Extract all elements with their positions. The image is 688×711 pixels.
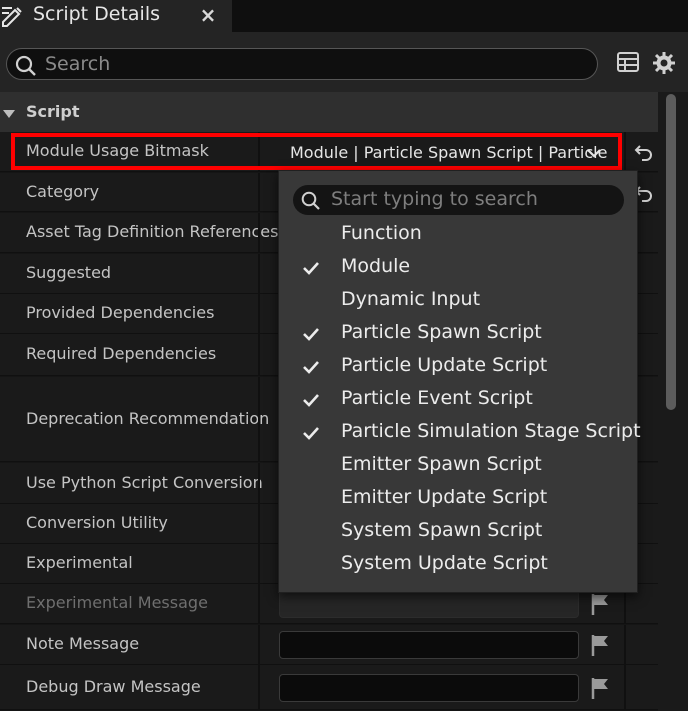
text-value-field[interactable] xyxy=(279,674,579,702)
dropdown-option[interactable]: Particle Update Script xyxy=(279,350,637,383)
scrollbar-thumb[interactable] xyxy=(666,94,676,410)
column-divider[interactable] xyxy=(258,213,260,252)
dropdown-option-label: Particle Event Script xyxy=(341,387,533,409)
property-row: Debug Draw Message xyxy=(0,665,658,710)
property-label: Category xyxy=(26,182,100,201)
reset-column-divider xyxy=(624,665,626,709)
dropdown-option-label: Particle Update Script xyxy=(341,354,548,376)
details-tab[interactable]: Script Details × xyxy=(0,0,232,32)
flag-icon[interactable] xyxy=(589,676,611,700)
flag-icon[interactable] xyxy=(589,633,611,657)
property-label: Use Python Script Conversion xyxy=(26,473,263,492)
reset-column-divider xyxy=(624,132,626,171)
property-label: Provided Dependencies xyxy=(26,303,215,322)
column-divider[interactable] xyxy=(258,665,260,709)
column-divider[interactable] xyxy=(258,544,260,583)
checkmark-icon xyxy=(303,359,319,374)
dropdown-option[interactable]: Particle Simulation Stage Script xyxy=(279,416,641,449)
bitmask-dropdown-menu: Function Module Dynamic Input Particle Spaw… xyxy=(278,170,641,593)
property-label: Experimental xyxy=(26,553,133,572)
dropdown-option-label: System Update Script xyxy=(341,552,548,574)
category-header-script[interactable]: Script xyxy=(0,92,658,132)
property-label: Conversion Utility xyxy=(26,513,168,532)
column-divider[interactable] xyxy=(258,463,260,503)
dropdown-option-label: Function xyxy=(341,222,422,244)
column-divider[interactable] xyxy=(258,294,260,333)
dropdown-option[interactable]: Module xyxy=(279,251,637,284)
dropdown-option-label: Particle Spawn Script xyxy=(341,321,542,343)
expand-arrow-icon[interactable] xyxy=(2,105,16,118)
property-label: Suggested xyxy=(26,263,112,282)
details-pencil-icon xyxy=(0,2,26,28)
dropdown-option[interactable]: Emitter Spawn Script xyxy=(279,449,637,482)
gear-icon[interactable] xyxy=(651,50,677,76)
column-divider[interactable] xyxy=(258,625,260,664)
chevron-down-icon[interactable] xyxy=(586,145,602,159)
close-tab-button[interactable]: × xyxy=(198,3,218,27)
column-divider[interactable] xyxy=(258,173,260,211)
column-divider[interactable] xyxy=(258,334,260,375)
search-input[interactable] xyxy=(45,52,585,76)
checkmark-icon xyxy=(303,326,319,341)
dropdown-option-label: Emitter Spawn Script xyxy=(341,453,542,475)
checkmark-icon xyxy=(303,260,319,275)
title-bar: Script Details × xyxy=(0,0,688,32)
column-divider[interactable] xyxy=(258,377,260,461)
dropdown-option-label: Emitter Update Script xyxy=(341,486,548,508)
search-icon xyxy=(301,191,321,211)
property-label: Required Dependencies xyxy=(26,344,217,363)
property-row: Note Message xyxy=(0,625,658,665)
reset-column-divider xyxy=(624,625,626,664)
column-divider[interactable] xyxy=(258,584,260,623)
reset-to-default-icon[interactable] xyxy=(634,143,654,161)
search-toolbar xyxy=(0,32,688,92)
dropdown-option[interactable]: Particle Spawn Script xyxy=(279,317,637,350)
property-label: Experimental Message xyxy=(26,593,208,612)
dropdown-option-label: Module xyxy=(341,255,411,277)
dropdown-option-label: Particle Simulation Stage Script xyxy=(341,420,641,442)
search-box[interactable] xyxy=(6,48,598,80)
dropdown-option[interactable]: Dynamic Input xyxy=(279,284,637,317)
checkmark-icon xyxy=(303,425,319,440)
property-label: Debug Draw Message xyxy=(26,677,201,696)
tab-title: Script Details xyxy=(33,3,161,25)
table-view-icon[interactable] xyxy=(616,50,640,74)
dropdown-option-label: System Spawn Script xyxy=(341,519,543,541)
checkmark-icon xyxy=(303,392,319,407)
dropdown-option[interactable]: System Spawn Script xyxy=(279,515,637,548)
text-value-field[interactable] xyxy=(279,631,579,659)
dropdown-option[interactable]: Function xyxy=(279,218,637,251)
dropdown-option-label: Dynamic Input xyxy=(341,288,481,310)
dropdown-search-box[interactable] xyxy=(293,185,624,215)
dropdown-option[interactable]: Emitter Update Script xyxy=(279,482,637,515)
dropdown-option[interactable]: Particle Event Script xyxy=(279,383,637,416)
dropdown-search-input[interactable] xyxy=(331,187,611,211)
category-label: Script xyxy=(26,102,80,121)
property-label: Deprecation Recommendation xyxy=(26,409,270,428)
column-divider[interactable] xyxy=(258,504,260,543)
property-label: Asset Tag Definition References xyxy=(26,222,279,241)
flag-icon[interactable] xyxy=(589,592,611,616)
property-label: Note Message xyxy=(26,634,140,653)
dropdown-option[interactable]: System Update Script xyxy=(279,548,637,581)
text-value-field xyxy=(279,590,579,618)
bitmask-combo-value[interactable]: Module | Particle Spawn Script | Particl… xyxy=(290,143,607,162)
search-icon xyxy=(15,55,37,77)
column-divider[interactable] xyxy=(258,254,260,293)
